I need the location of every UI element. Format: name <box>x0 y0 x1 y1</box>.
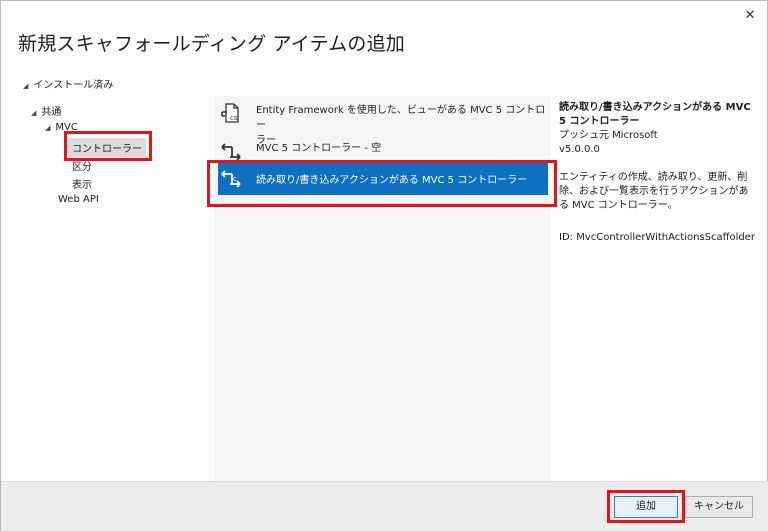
tree-item-webapi[interactable]: Web API <box>58 194 99 205</box>
details-panel: 読み取り/書き込みアクションがある MVC 5 コントローラー プッシュ元 Mi… <box>559 101 759 245</box>
expand-triangle-icon: ◢ <box>31 109 37 117</box>
template-label-line1: MVC 5 コントローラー - 空 <box>256 143 382 154</box>
details-publisher: プッシュ元 Microsoft <box>559 130 658 141</box>
tree-header-installed[interactable]: ◢ インストール済み <box>23 76 113 91</box>
tree-header-label: インストール済み <box>33 80 114 91</box>
tree-item-label: 区分 <box>72 162 92 173</box>
tree-item-label: Web API <box>58 194 99 205</box>
tree-item-view[interactable]: 表示 <box>72 176 92 191</box>
details-desc-line2: 除、および一覧表示を行うアクションがあ <box>559 186 749 197</box>
details-title-line1: 読み取り/書き込みアクションがある MVC <box>559 102 751 113</box>
dialog-window: ✕ 新規スキャフォールディング アイテムの追加 ◢ インストール済み ◢ 共通 ◢ M… <box>0 0 768 531</box>
details-title-line2: 5 コントローラー <box>559 116 640 127</box>
scaffold-ef-icon: cs <box>221 103 239 123</box>
template-item-empty[interactable]: MVC 5 コントローラー - 空 <box>218 139 548 165</box>
tree-item-label: 共通 <box>41 107 62 118</box>
details-id: ID: MvcControllerWithActionsScaffolder <box>559 232 756 243</box>
close-icon[interactable]: ✕ <box>741 7 759 25</box>
expand-triangle-icon: ◢ <box>45 124 51 132</box>
svg-text:cs: cs <box>230 114 238 122</box>
scaffold-controller-icon <box>221 143 241 161</box>
tree-item-label: 表示 <box>72 180 92 191</box>
tree-item-area[interactable]: 区分 <box>72 158 92 173</box>
tree-item-common[interactable]: ◢ 共通 <box>31 103 61 118</box>
dialog-title: 新規スキャフォールディング アイテムの追加 <box>18 33 406 55</box>
template-item-readwrite[interactable]: c 読み取り/書き込みアクションがある MVC 5 コントローラー <box>218 163 548 195</box>
details-version: v5.0.0.0 <box>559 144 600 155</box>
template-list: cs Entity Framework を使用した、ビューがある MVC 5 コ… <box>214 96 550 481</box>
tree-item-label: MVC <box>55 122 78 133</box>
expand-triangle-icon: ◢ <box>23 82 29 90</box>
tree-item-label: コントローラー <box>72 144 142 155</box>
tree-item-mvc[interactable]: ◢ MVC <box>45 122 78 133</box>
template-label-line1: Entity Framework を使用した、ビューがある MVC 5 コントロ… <box>256 105 546 131</box>
tree-item-controller[interactable]: コントローラー <box>68 138 146 157</box>
scaffold-controller-rw-icon: c <box>221 170 241 188</box>
cancel-button[interactable]: キャンセル <box>685 496 753 518</box>
add-button[interactable]: 追加 <box>614 496 678 518</box>
svg-text:c: c <box>233 175 237 183</box>
details-desc-line1: エンティティの作成、読み取り、更新、削 <box>559 172 748 183</box>
details-desc-line3: る MVC コントローラー。 <box>559 200 678 211</box>
template-label-line1: 読み取り/書き込みアクションがある MVC 5 コントローラー <box>256 174 528 186</box>
